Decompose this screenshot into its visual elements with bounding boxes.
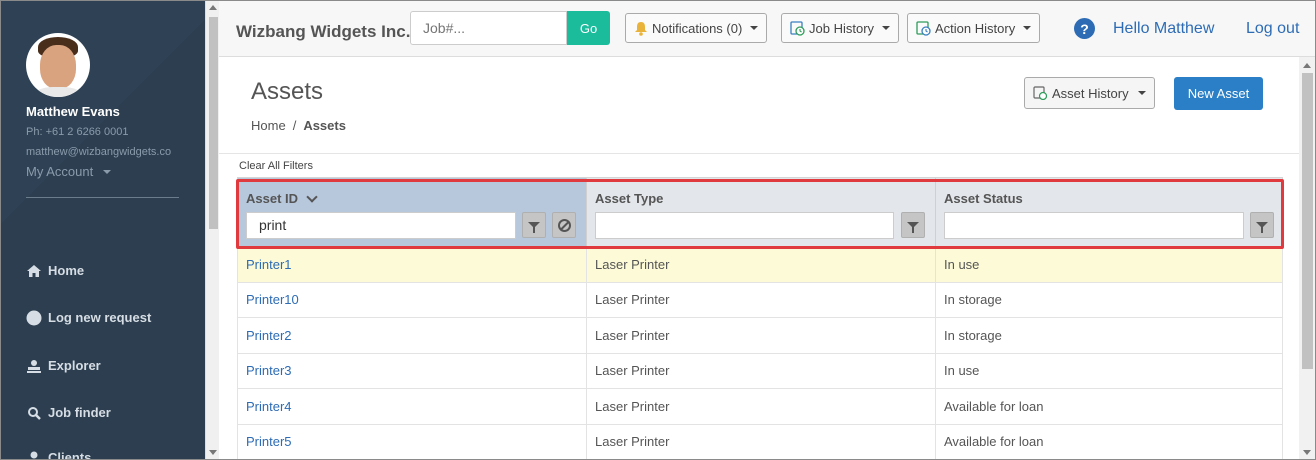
scroll-down-icon[interactable] [209, 450, 217, 455]
action-history-icon [916, 20, 931, 36]
asset-status-cell: In use [944, 363, 980, 379]
asset-type-cell: Laser Printer [587, 318, 936, 353]
sidebar-item-label: Home [48, 263, 85, 278]
asset-status-cell: In storage [944, 327, 1002, 343]
scroll-up-icon[interactable] [209, 5, 217, 10]
user-phone: Ph: +61 2 6266 0001 [26, 126, 129, 138]
sidebar-scrollbar[interactable] [205, 0, 219, 460]
hello-user-link[interactable]: Hello Matthew [1113, 20, 1214, 38]
scroll-down-icon[interactable] [1303, 450, 1311, 455]
table-row[interactable]: Printer3 Laser Printer In use [237, 353, 1283, 389]
sidebar-item-label: Clients [48, 450, 92, 460]
table-row[interactable]: Printer10 Laser Printer In storage [237, 282, 1283, 318]
asset-id-link[interactable]: Printer10 [238, 282, 587, 317]
chevron-down-icon [882, 26, 891, 30]
asset-id-link[interactable]: Printer5 [238, 424, 587, 459]
asset-type-cell: Laser Printer [587, 247, 936, 282]
asset-type-cell: Laser Printer [587, 389, 936, 424]
sidebar-item-home[interactable]: Home [26, 263, 84, 278]
sidebar-item-label: Log new request [48, 310, 152, 325]
action-history-button[interactable]: Action History [907, 13, 1041, 43]
asset-id-link[interactable]: Printer2 [238, 318, 587, 353]
sidebar-item-job-finder[interactable]: Job finder [26, 405, 111, 420]
company-name: Wizbang Widgets Inc. [236, 22, 411, 41]
main-scrollbar[interactable] [1299, 57, 1316, 460]
sidebar-item-clients[interactable]: Clients [26, 450, 91, 460]
sidebar-item-log-new-request[interactable]: Log new request [26, 310, 151, 325]
job-number-input[interactable] [410, 11, 567, 45]
table-row[interactable]: Printer2 Laser Printer In storage [237, 318, 1283, 354]
asset-history-icon [1033, 86, 1047, 100]
asset-status-cell: Available for loan [944, 398, 1044, 414]
go-button[interactable]: Go [567, 11, 610, 45]
explorer-icon [26, 359, 42, 373]
table-row[interactable]: Printer1 Laser Printer In use [237, 247, 1283, 283]
top-bar: Wizbang Widgets Inc. Go Notifications (0… [219, 0, 1316, 57]
page-title: Assets [251, 78, 324, 105]
main-content: Assets Home / Assets Asset History New A… [219, 57, 1299, 460]
scrollbar-thumb[interactable] [1302, 73, 1313, 369]
sidebar-divider [26, 197, 179, 198]
chevron-down-icon [103, 169, 112, 174]
asset-status-cell: In use [944, 256, 980, 272]
job-history-button[interactable]: Job History [781, 13, 900, 43]
breadcrumb-current: Assets [303, 118, 346, 133]
asset-type-cell: Laser Printer [587, 353, 936, 388]
my-account-label: My Account [26, 164, 94, 179]
my-account-menu[interactable]: My Account [26, 164, 112, 179]
breadcrumb-home[interactable]: Home [251, 118, 286, 133]
notifications-label: Notifications (0) [652, 20, 743, 36]
breadcrumb-separator: / [292, 118, 297, 133]
clear-all-filters-link[interactable]: Clear All Filters [239, 160, 313, 172]
user-name: Matthew Evans [26, 104, 120, 119]
asset-id-link[interactable]: Printer1 [238, 247, 587, 282]
asset-status-cell: In storage [944, 292, 1002, 308]
asset-id-link[interactable]: Printer3 [238, 353, 587, 388]
job-history-icon [790, 20, 805, 36]
notifications-button[interactable]: Notifications (0) [625, 13, 768, 43]
sidebar-item-label: Job finder [48, 405, 111, 420]
asset-status-cell: Available for loan [944, 434, 1044, 450]
scrollbar-thumb[interactable] [209, 17, 218, 229]
breadcrumb: Home / Assets [251, 118, 346, 133]
sidebar-item-label: Explorer [48, 358, 101, 373]
asset-history-button[interactable]: Asset History [1024, 77, 1155, 109]
page-header: Assets Home / Assets Asset History New A… [219, 57, 1299, 154]
circle-icon [26, 310, 42, 325]
asset-history-label: Asset History [1052, 85, 1129, 101]
chevron-down-icon [1023, 26, 1032, 30]
job-history-label: Job History [809, 20, 875, 36]
scroll-up-icon[interactable] [1303, 63, 1311, 68]
user-email: matthew@wizbangwidgets.co [26, 146, 172, 158]
bell-icon [635, 21, 647, 36]
asset-type-cell: Laser Printer [587, 282, 936, 317]
person-icon [26, 451, 42, 460]
new-asset-button[interactable]: New Asset [1174, 77, 1263, 110]
asset-id-link[interactable]: Printer4 [238, 389, 587, 424]
filter-highlight-annotation [236, 179, 1284, 249]
table-row[interactable]: Printer5 Laser Printer Available for loa… [237, 424, 1283, 460]
logout-link[interactable]: Log out [1246, 20, 1299, 38]
chevron-down-icon [750, 26, 759, 30]
sidebar-item-explorer[interactable]: Explorer [26, 358, 101, 373]
action-history-label: Action History [935, 20, 1016, 36]
chevron-down-icon [1137, 91, 1146, 95]
sidebar-background [0, 0, 205, 245]
asset-type-cell: Laser Printer [587, 424, 936, 459]
table-row[interactable]: Printer4 Laser Printer Available for loa… [237, 389, 1283, 425]
magnifier-icon [26, 406, 42, 420]
sidebar: Matthew Evans Ph: +61 2 6266 0001 matthe… [0, 0, 205, 460]
help-icon[interactable]: ? [1074, 18, 1095, 39]
avatar[interactable] [26, 33, 90, 97]
home-icon [26, 264, 42, 278]
